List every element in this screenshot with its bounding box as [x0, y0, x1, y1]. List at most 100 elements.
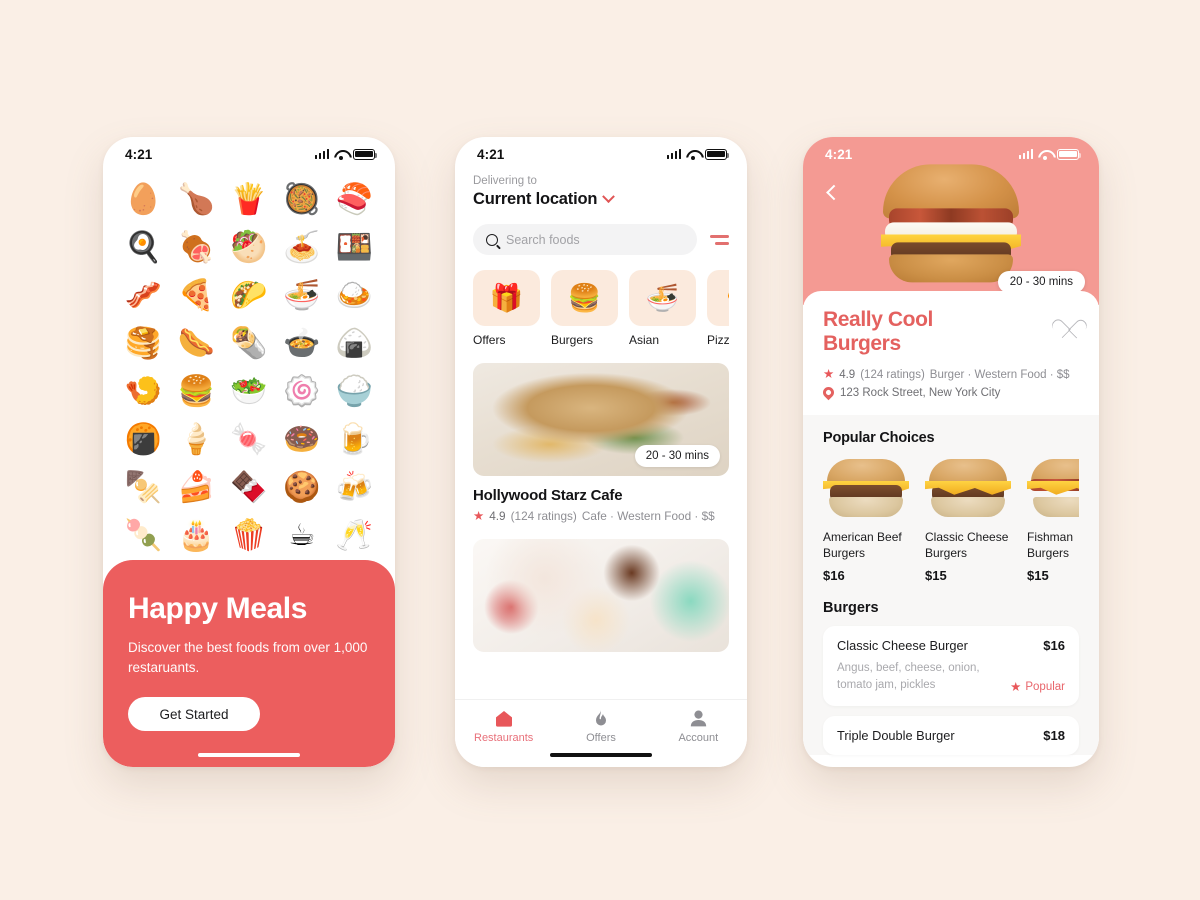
- category-label: Burgers: [551, 333, 594, 347]
- emoji-cell: 🌭: [177, 326, 215, 361]
- emoji-cell: 🍡: [124, 518, 163, 553]
- menu-item-row[interactable]: Triple Double Burger $18: [823, 715, 1079, 755]
- emoji-cell: 🥙: [230, 230, 268, 265]
- search-input[interactable]: Search foods: [473, 224, 697, 255]
- noodles-icon: 🍜: [629, 270, 696, 326]
- popular-item-photo: [1027, 457, 1079, 519]
- home-indicator: [198, 752, 300, 757]
- emoji-cell: 🍫: [230, 470, 268, 505]
- heart-outline-icon[interactable]: [1058, 312, 1079, 331]
- category-item-burgers[interactable]: 🍔 Burgers: [551, 270, 618, 347]
- category-item-asian[interactable]: 🍜 Asian: [629, 270, 696, 347]
- restaurant-photo: 20 - 30 mins: [473, 363, 729, 476]
- emoji-cell: ☕: [288, 518, 316, 553]
- menu-item-name: Triple Double Burger: [837, 727, 955, 743]
- popular-item-name: Classic Cheese Burgers: [925, 529, 1009, 560]
- category-label: Asian: [629, 333, 660, 347]
- emoji-cell: 🌮: [230, 278, 268, 313]
- delivery-time-badge: 20 - 30 mins: [997, 271, 1085, 293]
- popular-item-price: $15: [1027, 568, 1049, 584]
- burger-icon: 🍔: [551, 270, 618, 326]
- restaurant-info: Really Cool Burgers ★ 4.9 (124 ratings) …: [803, 291, 1099, 415]
- home-icon: [495, 709, 513, 728]
- location-selector[interactable]: Current location: [473, 190, 729, 209]
- search-row: Search foods: [473, 224, 729, 255]
- emoji-cell: 🥚: [124, 182, 163, 217]
- popular-item-price: $16: [823, 568, 845, 584]
- emoji-cell: 🍤: [124, 374, 163, 409]
- emoji-cell: 🍗: [177, 182, 215, 217]
- ratings-count: (124 ratings): [860, 368, 925, 381]
- rating-value: 4.9: [839, 368, 856, 381]
- status-bar-time: 4:21: [477, 146, 505, 162]
- promo-title: Happy Meals: [128, 592, 307, 625]
- status-bar-icons: [314, 148, 378, 160]
- emoji-cell: 🎂: [177, 518, 215, 553]
- back-button[interactable]: [821, 181, 843, 203]
- star-icon: ★: [1010, 679, 1022, 694]
- emoji-cell: 🍩: [283, 422, 321, 457]
- popular-item-name: Fishman Burgers: [1027, 529, 1074, 560]
- ratings-count: (124 ratings): [510, 509, 577, 523]
- emoji-cell: 🍥: [283, 374, 321, 409]
- flame-icon: [594, 709, 608, 728]
- popular-item-photo: [823, 457, 909, 519]
- status-bar: 4:21: [103, 137, 395, 171]
- status-bar-icons: [666, 148, 730, 160]
- emoji-cell: 🍪: [283, 470, 321, 505]
- status-bar-time: 4:21: [125, 146, 153, 162]
- cellular-signal-icon: [666, 149, 681, 159]
- emoji-cell: 🍔: [177, 374, 215, 409]
- popular-badge: ★ Popular: [1010, 679, 1065, 694]
- bottom-tab-bar: Restaurants Offers Account: [455, 699, 747, 767]
- restaurant-meta: ★ 4.9 (124 ratings) Burger · Western Foo…: [823, 368, 1079, 381]
- home-indicator: [550, 752, 652, 757]
- popular-item[interactable]: Fishman Burgers $15: [1027, 457, 1079, 583]
- category-label: Pizza: [707, 333, 729, 347]
- tab-label: Account: [678, 732, 719, 744]
- restaurant-address: 123 Rock Street, New York City: [840, 386, 1001, 399]
- emoji-cell: 🍙: [335, 326, 374, 361]
- emoji-cell: 🍢: [124, 470, 163, 505]
- emoji-cell: 🍚: [335, 374, 374, 409]
- restaurant-tags: Cafe · Western Food · $$: [581, 509, 715, 523]
- star-icon: ★: [823, 366, 835, 382]
- tab-label: Restaurants: [474, 732, 534, 744]
- restaurant-card[interactable]: [473, 539, 729, 652]
- category-item-pizza[interactable]: 🍕 Pizza: [707, 270, 729, 347]
- tab-restaurants[interactable]: Restaurants: [455, 709, 552, 744]
- battery-icon: [353, 148, 378, 160]
- restaurant-meta: ★ 4.9 (124 ratings) Cafe · Western Food …: [473, 509, 729, 523]
- promo-panel: Happy Meals Discover the best foods from…: [103, 560, 395, 767]
- menu-item-row[interactable]: Classic Cheese Burger $16 Angus, beef, c…: [823, 626, 1079, 706]
- tab-account[interactable]: Account: [650, 709, 747, 744]
- search-icon: [486, 233, 498, 246]
- status-bar: 4:21: [803, 137, 1099, 171]
- wifi-icon: [1038, 149, 1052, 160]
- emoji-cell: 🍘: [124, 422, 163, 457]
- popular-item[interactable]: American Beef Burgers $16: [823, 457, 909, 583]
- emoji-cell: 🥂: [335, 518, 374, 553]
- battery-icon: [705, 148, 730, 160]
- tab-offers[interactable]: Offers: [552, 709, 649, 744]
- screenshot-stage: 4:21 🥚 🍗 🍟 🥘 🍣 🍳 🍖 🥙 🍝 🍱 🥓 🍕 🌮 🍜 🍛 🥞 🌭 🌯…: [0, 0, 1200, 900]
- star-icon: ★: [473, 507, 485, 523]
- emoji-cell: 🍣: [335, 182, 374, 217]
- restaurant-name: Hollywood Starz Cafe: [473, 487, 623, 504]
- emoji-cell: 🍦: [177, 422, 215, 457]
- person-icon: [690, 709, 707, 728]
- emoji-cell: 🍜: [283, 278, 321, 313]
- popular-item-photo: [925, 457, 1011, 519]
- emoji-cell: 🥗: [230, 374, 268, 409]
- get-started-button[interactable]: Get Started: [128, 697, 260, 732]
- hero-burger-image: [877, 164, 1025, 283]
- burgers-section-heading: Burgers: [823, 600, 879, 617]
- filter-icon[interactable]: [709, 234, 729, 245]
- emoji-cell: 🥓: [124, 278, 163, 313]
- category-item-offers[interactable]: 🎁 Offers: [473, 270, 540, 347]
- status-bar: 4:21: [455, 137, 747, 171]
- delivering-to-label: Delivering to: [473, 175, 537, 187]
- emoji-cell: 🌯: [230, 326, 268, 361]
- popular-item[interactable]: Classic Cheese Burgers $15: [925, 457, 1011, 583]
- restaurant-card[interactable]: 20 - 30 mins Hollywood Starz Cafe ★ 4.9 …: [473, 363, 729, 523]
